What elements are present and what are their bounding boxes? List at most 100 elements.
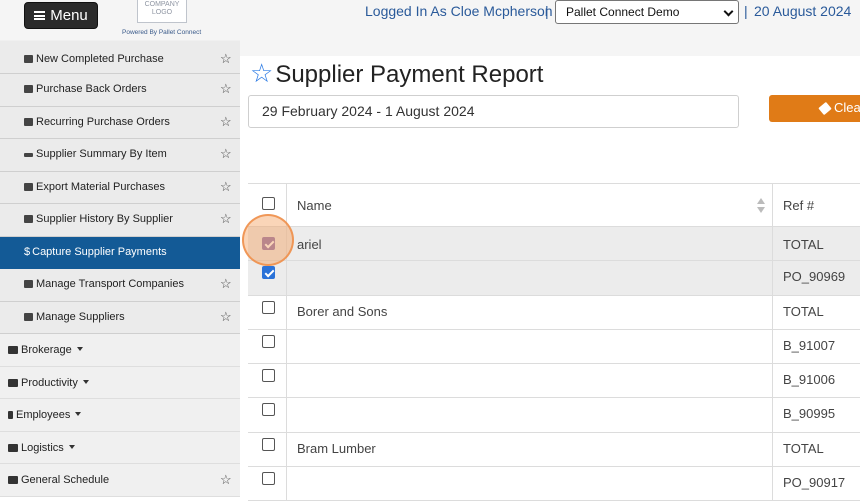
company-logo: COMPANY LOGO [137, 0, 187, 23]
table-row[interactable]: Borer and Sons TOTAL [248, 295, 860, 330]
menu-button[interactable]: Menu [24, 2, 98, 29]
sidebar-item-employees[interactable]: Employees [0, 399, 240, 432]
table-row[interactable]: B_91006 [248, 364, 860, 399]
truck-icon [24, 280, 33, 288]
star-icon[interactable]: ☆ [220, 309, 232, 325]
users-icon [24, 312, 33, 321]
clear-button-label: Clear [834, 100, 860, 115]
sidebar-item-supplier-history-by-supplier[interactable]: Supplier History By Supplier ☆ [0, 204, 240, 237]
sidebar-item-label: Export Material Purchases [36, 180, 165, 193]
header-separator: | [744, 3, 748, 19]
truck-icon [8, 443, 18, 452]
star-icon[interactable]: ☆ [220, 472, 232, 488]
row-checkbox[interactable] [262, 403, 275, 417]
clipboard-icon [24, 85, 33, 93]
row-checkbox[interactable] [262, 437, 275, 451]
favorite-star-icon[interactable]: ☆ [250, 58, 273, 88]
row-ref: TOTAL [783, 303, 824, 319]
sidebar-item-label: General Schedule [21, 474, 110, 486]
sidebar-item-brokerage[interactable]: Brokerage [0, 334, 240, 367]
caret-down-icon [82, 379, 89, 384]
sidebar-item-export-material-purchases[interactable]: Export Material Purchases ☆ [0, 171, 240, 204]
star-icon[interactable]: ☆ [220, 211, 232, 227]
powered-by-text: Powered By Pallet Connect [122, 29, 202, 36]
page-title: ☆Supplier Payment Report [250, 58, 543, 89]
hamburger-icon [34, 11, 46, 20]
sidebar-item-label: Manage Suppliers [36, 310, 125, 323]
star-icon[interactable]: ☆ [220, 114, 232, 130]
person-icon [8, 411, 13, 419]
payments-table: Name Ref # ariel TOTAL PO_90969 Borer an… [248, 183, 860, 501]
row-checkbox[interactable] [262, 300, 275, 314]
name-column-header[interactable]: Name [287, 184, 773, 226]
row-ref: TOTAL [783, 237, 824, 252]
table-row[interactable]: ariel TOTAL [248, 227, 860, 262]
sidebar-item-recurring-purchase-orders[interactable]: Recurring Purchase Orders ☆ [0, 106, 240, 139]
sidebar-item-label: Purchase Back Orders [36, 83, 147, 95]
table-row[interactable]: B_90995 [248, 398, 860, 433]
row-ref: PO_90969 [783, 269, 846, 285]
caret-down-icon [68, 444, 75, 449]
sidebar-item-supplier-summary-by-item[interactable]: Supplier Summary By Item ☆ [0, 139, 240, 172]
star-icon[interactable]: ☆ [220, 179, 232, 195]
star-icon[interactable]: ☆ [220, 51, 232, 67]
sidebar-item-purchase-back-orders[interactable]: Purchase Back Orders ☆ [0, 74, 240, 107]
dollar-icon: $ [24, 245, 31, 258]
row-checkbox[interactable] [262, 334, 275, 348]
row-ref: PO_90917 [783, 475, 846, 491]
current-date: 20 August 2024 [754, 3, 852, 19]
row-name: Bram Lumber [297, 440, 376, 456]
eraser-icon [818, 101, 832, 116]
chart-icon [24, 215, 33, 223]
company-select-value: Pallet Connect Demo [566, 5, 680, 19]
pallet-icon [24, 153, 33, 157]
table-row[interactable]: PO_90969 [248, 261, 860, 296]
ref-header-label: Ref # [783, 198, 815, 213]
sidebar-item-productivity[interactable]: Productivity [0, 366, 240, 399]
sidebar-item-label: Employees [16, 409, 71, 421]
date-range-input[interactable]: 29 February 2024 - 1 August 2024 [248, 95, 739, 128]
row-checkbox[interactable] [262, 472, 275, 486]
sidebar-item-label: Manage Transport Companies [36, 278, 184, 290]
sidebar-item-logistics[interactable]: Logistics [0, 431, 240, 464]
sidebar-item-label: Productivity [21, 376, 78, 389]
caret-down-icon [75, 412, 82, 416]
table-row[interactable]: Bram Lumber TOTAL [248, 432, 860, 468]
row-ref: TOTAL [783, 440, 824, 456]
table-row[interactable]: B_91007 [248, 329, 860, 365]
star-icon[interactable]: ☆ [220, 276, 232, 292]
export-icon [24, 182, 33, 191]
sidebar-item-new-completed-purchase[interactable]: New Completed Purchase ☆ [0, 41, 240, 74]
sidebar-item-label: Recurring Purchase Orders [36, 115, 170, 128]
name-header-label: Name [297, 198, 332, 213]
sidebar-item-label: Capture Supplier Payments [32, 245, 167, 258]
row-checkbox[interactable] [262, 237, 275, 250]
clear-button[interactable]: Clear [769, 95, 860, 122]
sidebar-item-label: Supplier History By Supplier [36, 213, 173, 225]
table-row[interactable]: PO_90917 [248, 467, 860, 501]
ref-column-header[interactable]: Ref # [773, 184, 860, 226]
select-all-checkbox[interactable] [262, 197, 275, 210]
row-name: ariel [297, 237, 322, 252]
row-ref: B_91007 [783, 337, 836, 353]
chevron-down-icon [723, 6, 734, 17]
star-icon[interactable]: ☆ [220, 146, 232, 162]
row-name: Borer and Sons [297, 303, 388, 319]
row-checkbox[interactable] [262, 266, 275, 280]
sort-icon[interactable] [757, 198, 765, 214]
sidebar-item-manage-transport-companies[interactable]: Manage Transport Companies ☆ [0, 269, 240, 302]
sidebar-item-label: Logistics [21, 441, 64, 454]
sidebar-item-manage-suppliers[interactable]: Manage Suppliers ☆ [0, 301, 240, 334]
sidebar-item-capture-supplier-payments[interactable]: $ Capture Supplier Payments [0, 236, 240, 269]
star-icon[interactable]: ☆ [220, 81, 232, 97]
hammer-icon [8, 378, 18, 387]
truck-icon [24, 55, 33, 63]
menu-label: Menu [50, 7, 88, 24]
row-ref: B_90995 [783, 406, 836, 422]
sidebar-item-label: New Completed Purchase [36, 53, 164, 65]
header-separator: | [545, 3, 549, 19]
sidebar-item-general-schedule[interactable]: General Schedule ☆ [0, 464, 240, 497]
company-select[interactable]: Pallet Connect Demo [555, 0, 739, 24]
row-checkbox[interactable] [262, 369, 275, 383]
sidebar-item-label: Brokerage [21, 344, 72, 356]
